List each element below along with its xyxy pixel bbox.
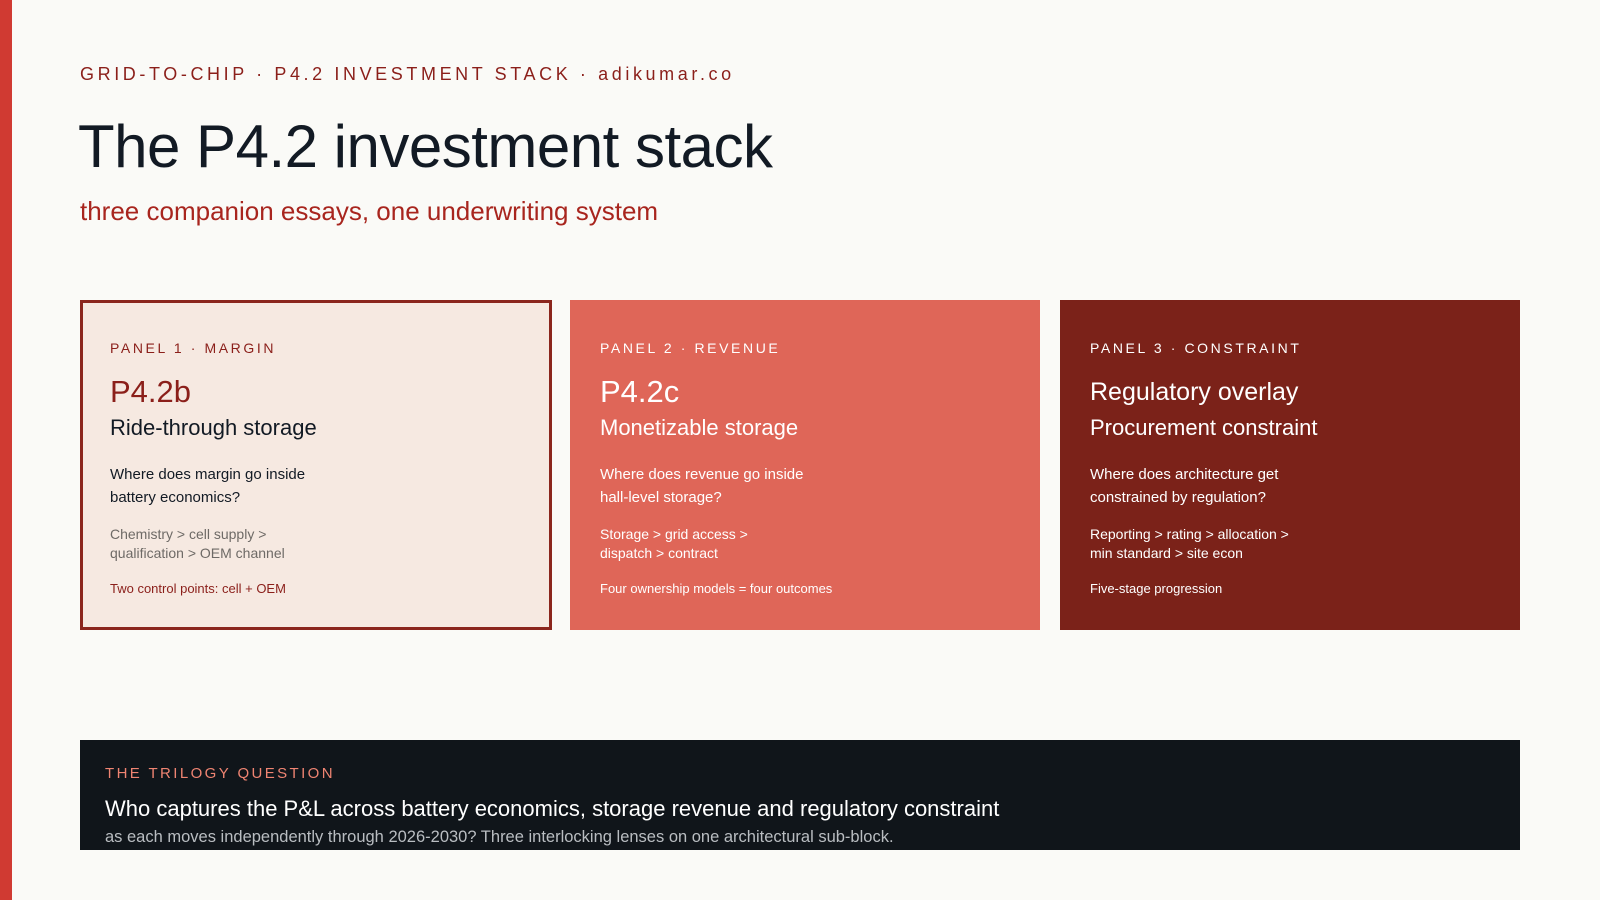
panel-question: Where does architecture get constrained … — [1090, 466, 1279, 506]
panel-note: Four ownership models = four outcomes — [600, 581, 833, 596]
page-title: The P4.2 investment stack — [78, 113, 773, 180]
panel-path: Chemistry > cell supply > qualification … — [110, 526, 285, 561]
panel-code: P4.2b — [110, 374, 192, 409]
panel-path: Storage > grid access > dispatch > contr… — [600, 526, 748, 561]
panel-eyebrow: PANEL 2 · REVENUE — [600, 340, 781, 356]
panel-note: Two control points: cell + OEM — [110, 581, 286, 596]
trilogy-question-banner: THE TRILOGY QUESTION Who captures the P&… — [80, 740, 1520, 850]
panel-eyebrow: PANEL 1 · MARGIN — [110, 340, 277, 356]
panel-margin: PANEL 1 · MARGIN P4.2b Ride-through stor… — [80, 300, 552, 630]
panel-code: P4.2c — [600, 374, 680, 409]
panel-name: Procurement constraint — [1090, 415, 1318, 440]
panel-name: Ride-through storage — [110, 415, 317, 440]
footer-question: Who captures the P&L across battery econ… — [105, 796, 1000, 821]
panel-code: Regulatory overlay — [1090, 378, 1299, 406]
panel-note: Five-stage progression — [1090, 581, 1223, 596]
panel-name: Monetizable storage — [600, 415, 799, 440]
panel-question: Where does revenue go inside hall-level … — [600, 466, 804, 506]
panel-constraint: PANEL 3 · CONSTRAINT Regulatory overlay … — [1060, 300, 1520, 630]
panel-eyebrow: PANEL 3 · CONSTRAINT — [1090, 340, 1302, 356]
header-eyebrow: GRID-TO-CHIP · P4.2 INVESTMENT STACK · a… — [80, 64, 735, 84]
panel-question: Where does margin go inside battery econ… — [110, 466, 306, 506]
panel-revenue: PANEL 2 · REVENUE P4.2c Monetizable stor… — [570, 300, 1040, 630]
accent-bar — [0, 0, 12, 900]
panel-path: Reporting > rating > allocation > min st… — [1090, 526, 1289, 561]
footer-eyebrow: THE TRILOGY QUESTION — [105, 765, 335, 782]
footer-subtext: as each moves independently through 2026… — [105, 828, 894, 846]
page-subtitle: three companion essays, one underwriting… — [80, 196, 659, 226]
